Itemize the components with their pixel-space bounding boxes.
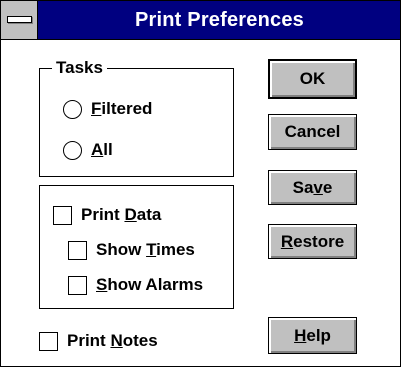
print-notes-checkbox[interactable] [39,331,58,351]
system-menu-icon [7,16,32,23]
show-alarms-label: Show Alarms [96,275,204,294]
show-alarms-checkbox-option[interactable]: Show Alarms [68,273,203,297]
window-title: Print Preferences [134,9,305,31]
help-button[interactable]: Help [268,317,357,354]
print-notes-label: Print Notes [67,331,158,350]
all-radio-icon[interactable] [63,140,82,160]
print-preferences-dialog: Print Preferences Tasks Filtered All Pri… [0,0,401,367]
show-times-checkbox-option[interactable]: Show Times [68,238,195,262]
print-data-checkbox[interactable] [53,205,72,225]
filtered-radio-icon[interactable] [63,99,82,119]
show-times-label: Show Times [96,240,195,259]
ok-button-label: OK [299,69,326,88]
print-notes-checkbox-option[interactable]: Print Notes [39,329,158,353]
filtered-radio-option[interactable]: Filtered [63,97,152,121]
print-data-checkbox-option[interactable]: Print Data [53,203,161,227]
system-menu-button[interactable] [1,1,38,39]
ok-button[interactable]: OK [268,59,357,99]
show-alarms-checkbox[interactable] [68,275,87,295]
all-label: All [91,140,113,159]
all-radio-option[interactable]: All [63,138,113,162]
title-bar[interactable]: Print Preferences [1,1,400,40]
restore-button-label: Restore [280,231,345,251]
cancel-button-label: Cancel [284,122,341,141]
tasks-group-label: Tasks [52,57,107,79]
cancel-button[interactable]: Cancel [268,114,357,150]
print-data-label: Print Data [81,205,162,224]
help-button-label: Help [294,325,331,345]
show-times-checkbox[interactable] [68,240,87,260]
save-button-label: Save [292,177,333,197]
filtered-label: Filtered [91,99,153,118]
save-button[interactable]: Save [268,170,357,205]
restore-button[interactable]: Restore [268,224,357,259]
